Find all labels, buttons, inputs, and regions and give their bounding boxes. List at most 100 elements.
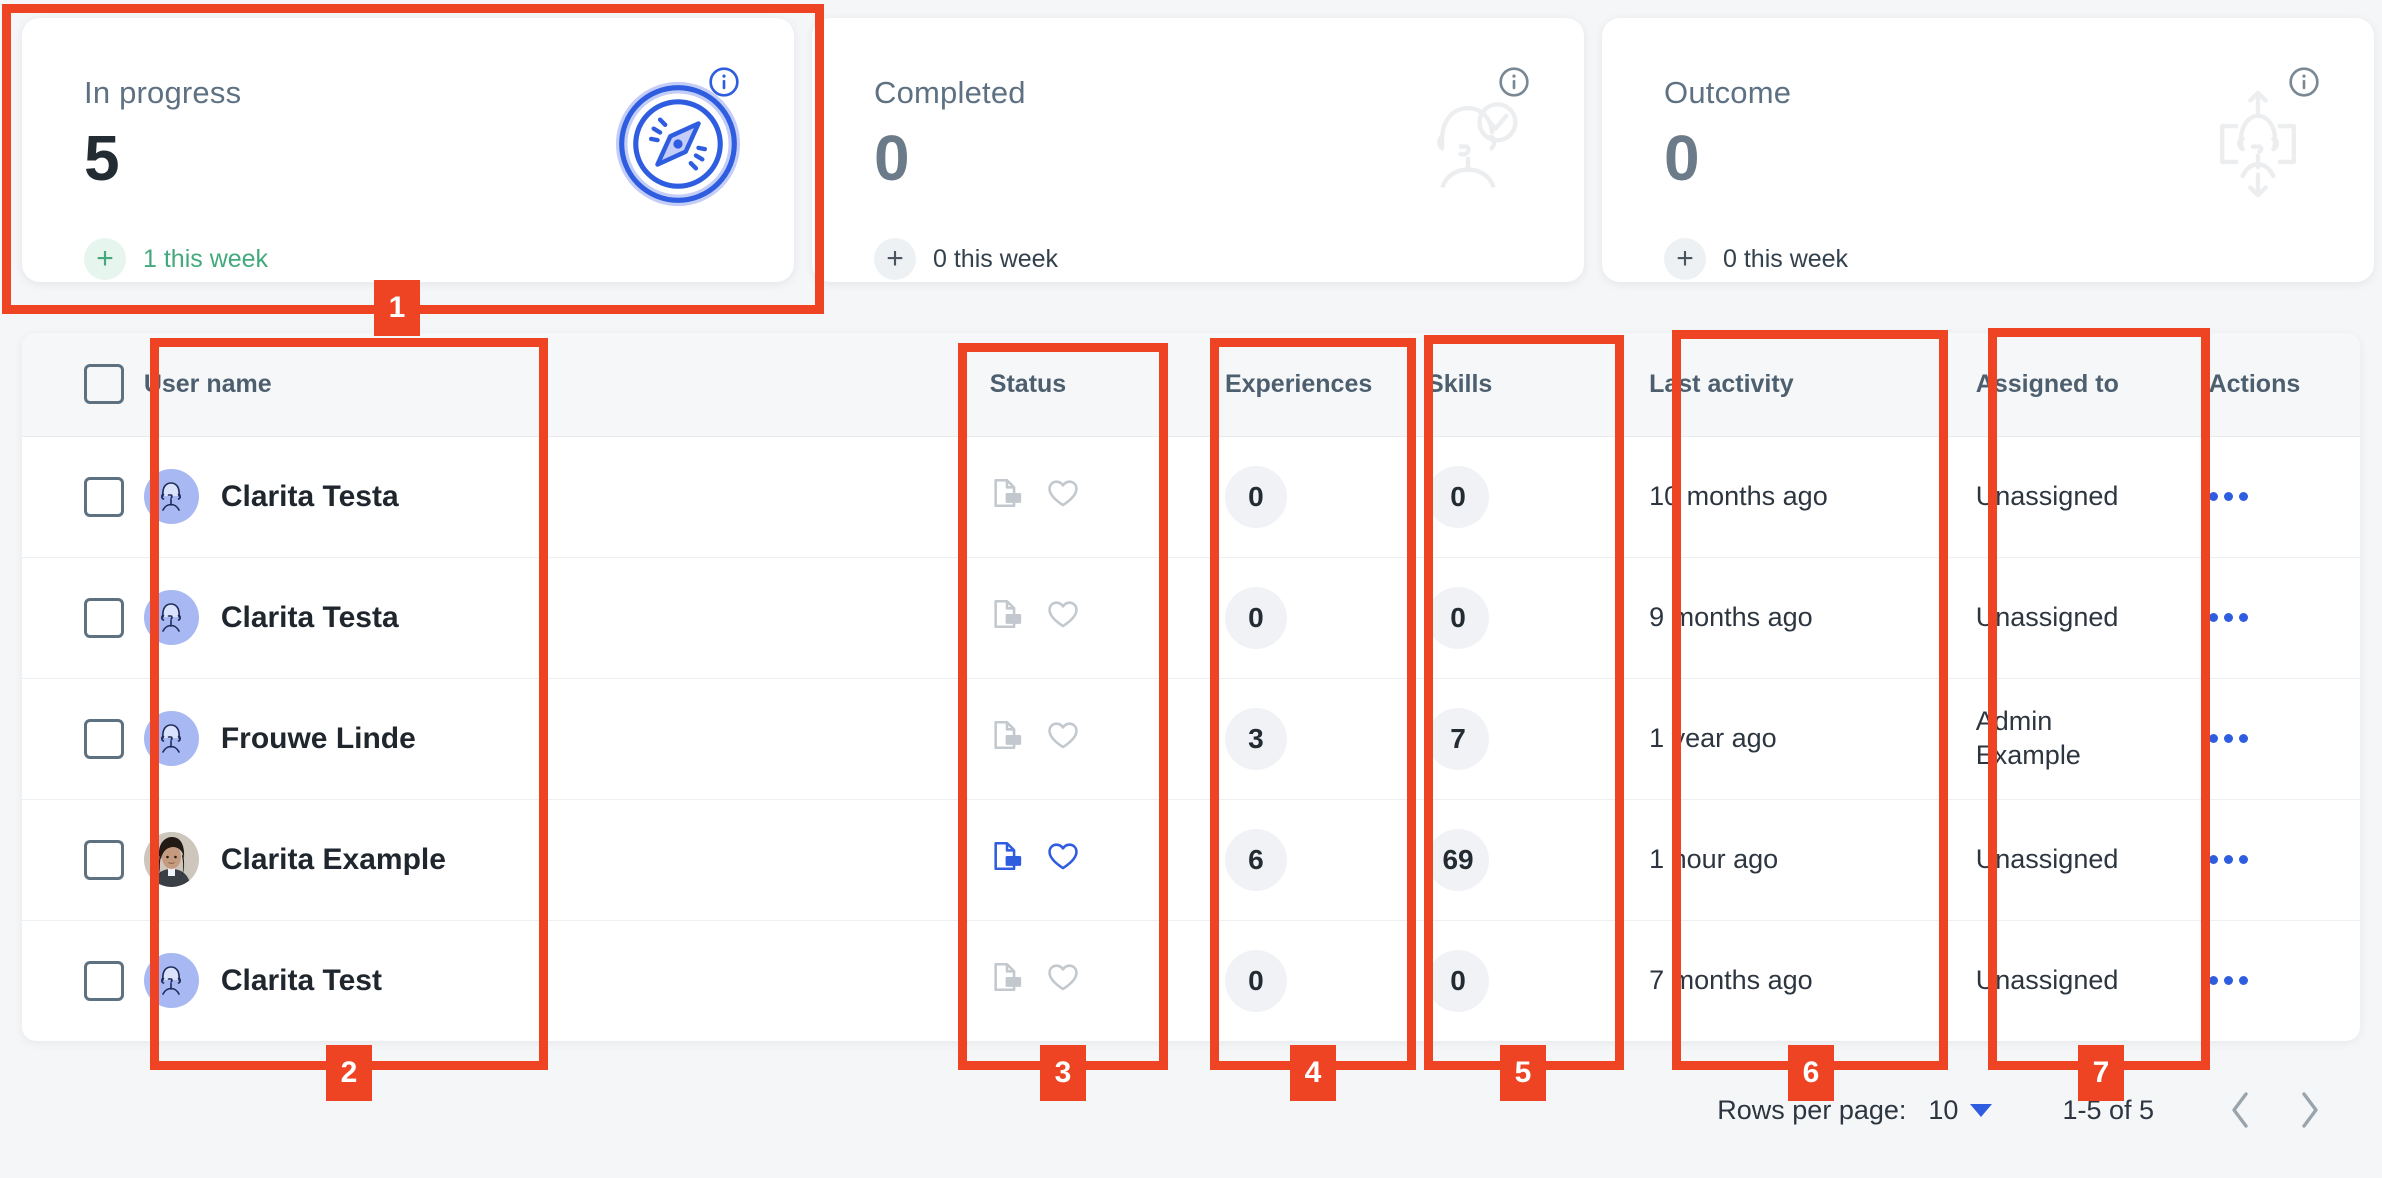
kpi-delta: + 0 this week xyxy=(1664,238,1848,280)
heart-icon[interactable] xyxy=(1046,960,1080,1001)
avatar-photo xyxy=(143,832,199,887)
row-select-cell xyxy=(22,677,134,799)
dashboard-page: In progress 5 + 1 this week Completed 0 … xyxy=(0,0,2382,1178)
heart-icon[interactable] xyxy=(1046,718,1080,759)
annotation-label-2: 2 xyxy=(326,1045,372,1101)
last-activity-cell: 10 months ago xyxy=(1604,435,1946,557)
svg-text:CV: CV xyxy=(1008,857,1018,866)
kpi-value: 5 xyxy=(84,122,120,194)
svg-text:CV: CV xyxy=(1008,615,1018,624)
actions-cell xyxy=(2173,919,2360,1041)
user-name-cell: Clarita Test xyxy=(133,919,952,1041)
select-all-checkbox[interactable] xyxy=(84,364,124,405)
cv-document-icon[interactable]: CV xyxy=(990,476,1024,517)
svg-text:CV: CV xyxy=(1008,494,1018,503)
compass-icon xyxy=(614,80,742,213)
row-checkbox[interactable] xyxy=(84,718,124,759)
table-row[interactable]: Clarita Testa CV 0 0 9 months ago Unassigned xyxy=(22,556,2360,678)
annotation-label-6: 6 xyxy=(1788,1045,1834,1101)
annotation-label-7: 7 xyxy=(2078,1045,2124,1101)
user-name-label[interactable]: Clarita Testa xyxy=(221,480,399,514)
experiences-cell: 3 xyxy=(1189,677,1398,799)
user-name-label[interactable]: Clarita Testa xyxy=(221,601,399,635)
table-row[interactable]: Frouwe Linde CV 3 7 1 year ago Admin Example xyxy=(22,677,2360,799)
experiences-cell: 0 xyxy=(1189,556,1398,678)
status-cell: CV xyxy=(951,798,1190,920)
avatar-illustration xyxy=(143,469,199,524)
more-actions-icon[interactable] xyxy=(2208,734,2360,743)
row-select-cell xyxy=(22,798,134,920)
table-row[interactable]: Clarita Test CV 0 0 7 months ago Unassigned xyxy=(22,919,2360,1041)
more-actions-icon[interactable] xyxy=(2208,976,2360,986)
kpi-card-outcome[interactable]: Outcome 0 + 0 this week xyxy=(1602,18,2374,282)
skills-badge: 69 xyxy=(1427,828,1490,891)
experiences-cell: 6 xyxy=(1189,798,1398,920)
row-checkbox[interactable] xyxy=(84,839,124,880)
actions-cell xyxy=(2173,677,2360,799)
column-header-status[interactable]: Status xyxy=(952,333,1190,436)
skills-cell: 7 xyxy=(1397,677,1605,799)
user-name-cell: Frouwe Linde xyxy=(133,677,952,799)
person-check-icon xyxy=(1404,80,1532,213)
kpi-label: Outcome xyxy=(1664,75,1792,110)
cv-document-icon[interactable]: CV xyxy=(990,718,1024,759)
row-checkbox[interactable] xyxy=(84,960,124,1001)
assigned-to-cell: Unassigned xyxy=(1945,798,2174,920)
avatar-illustration xyxy=(143,590,199,645)
user-name-label[interactable]: Clarita Test xyxy=(221,964,382,998)
row-checkbox[interactable] xyxy=(84,597,124,638)
chevron-down-icon[interactable] xyxy=(1970,1103,1993,1117)
more-actions-icon[interactable] xyxy=(2208,492,2360,501)
kpi-delta: + 1 this week xyxy=(84,238,268,280)
svg-text:CV: CV xyxy=(1008,978,1018,987)
table-body: Clarita Testa CV 0 0 10 months ago Unassigned… xyxy=(22,435,2360,1041)
heart-icon[interactable] xyxy=(1046,597,1080,638)
cv-document-icon[interactable]: CV xyxy=(990,839,1024,880)
table-header-row: User name Status Experiences Skills Last… xyxy=(22,333,2360,436)
table-row[interactable]: Clarita Testa CV 0 0 10 months ago Unassigned xyxy=(22,435,2360,557)
chevron-right-icon[interactable] xyxy=(2290,1090,2330,1130)
plus-icon: + xyxy=(874,238,916,280)
skills-cell: 69 xyxy=(1397,798,1605,920)
user-name-label[interactable]: Frouwe Linde xyxy=(221,722,416,756)
column-header-assigned-to[interactable]: Assigned to xyxy=(1946,333,2174,436)
svg-text:CV: CV xyxy=(1008,736,1018,745)
users-table: User name Status Experiences Skills Last… xyxy=(22,333,2360,1041)
more-actions-icon[interactable] xyxy=(2208,613,2360,622)
kpi-card-row: In progress 5 + 1 this week Completed 0 … xyxy=(22,18,2374,282)
column-header-last-activity[interactable]: Last activity xyxy=(1604,333,1946,436)
heart-icon[interactable] xyxy=(1046,839,1080,880)
column-header-actions: Actions xyxy=(2208,369,2301,398)
kpi-card-in-progress[interactable]: In progress 5 + 1 this week xyxy=(22,18,794,282)
kpi-delta-text: 0 this week xyxy=(1723,244,1849,273)
user-name-label[interactable]: Clarita Example xyxy=(221,843,446,877)
cv-document-icon[interactable]: CV xyxy=(990,597,1024,638)
heart-icon[interactable] xyxy=(1046,476,1080,517)
kpi-label: Completed xyxy=(874,75,1026,110)
chevron-left-icon[interactable] xyxy=(2220,1090,2260,1130)
skills-badge: 0 xyxy=(1427,465,1490,528)
status-cell: CV xyxy=(951,677,1190,799)
column-header-skills[interactable]: Skills xyxy=(1397,333,1604,436)
column-header-experiences[interactable]: Experiences xyxy=(1190,333,1397,436)
table-header: User name Status Experiences Skills Last… xyxy=(22,333,2360,436)
experiences-badge: 0 xyxy=(1224,465,1287,528)
skills-cell: 0 xyxy=(1397,919,1605,1041)
skills-cell: 0 xyxy=(1397,556,1605,678)
cv-document-icon[interactable]: CV xyxy=(990,960,1024,1001)
person-target-icon xyxy=(2194,80,2322,213)
avatar-illustration xyxy=(143,953,199,1009)
column-header-user-name[interactable]: User name xyxy=(134,333,952,436)
kpi-label: In progress xyxy=(84,75,242,110)
user-name-cell: Clarita Example xyxy=(133,798,952,920)
rows-per-page-value[interactable]: 10 xyxy=(1928,1095,1958,1126)
select-all-header xyxy=(22,333,134,436)
assigned-to-cell: Admin Example xyxy=(1945,677,2174,799)
annotation-label-3: 3 xyxy=(1040,1045,1086,1101)
annotation-label-1: 1 xyxy=(374,280,420,336)
skills-cell: 0 xyxy=(1397,435,1605,557)
row-checkbox[interactable] xyxy=(84,476,124,517)
kpi-card-completed[interactable]: Completed 0 + 0 this week xyxy=(812,18,1584,282)
table-row[interactable]: Clarita Example CV 6 69 1 hour ago Unassigned xyxy=(22,798,2360,920)
more-actions-icon[interactable] xyxy=(2208,855,2360,864)
